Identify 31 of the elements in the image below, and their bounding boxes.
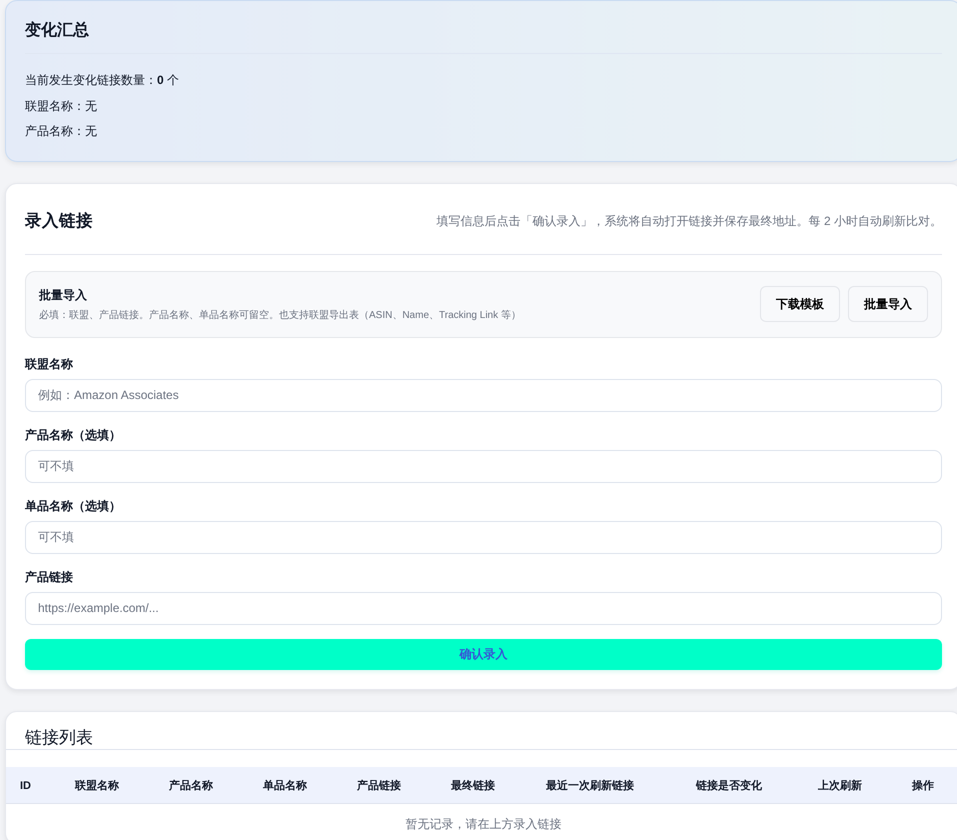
empty-message: 暂无记录，请在上方录入链接 (406, 816, 562, 832)
field-label: 产品链接 (25, 568, 74, 586)
batch-import-button[interactable]: 批量导入 (848, 286, 928, 322)
input-field[interactable]: 例如：Amazon Associates (25, 378, 942, 412)
summary-line: 当前发生变化链接数量：0 个 (25, 72, 180, 89)
hint-text: 填写信息后点击「确认录入」，系统将自动打开链接并保存最终地址。每 2 小时自动刷新比对。 (436, 212, 942, 230)
column-header: 最近一次刷新链接 (546, 780, 634, 792)
column-header: 产品链接 (357, 780, 401, 792)
download-template-button[interactable]: 下载模板 (760, 286, 840, 322)
input-field[interactable]: 可不填 (25, 520, 942, 554)
field-label: 产品名称（选填） (25, 426, 122, 444)
summary-line: 联盟名称：无 (25, 98, 98, 114)
column-header: 单品名称 (263, 780, 307, 792)
column-header: ID (20, 780, 31, 792)
summary-title: 变化汇总 (25, 20, 90, 41)
section-title: 录入链接 (25, 210, 93, 232)
panel-title: 批量导入 (39, 286, 88, 304)
field-label: 联盟名称 (25, 356, 74, 372)
field-label: 单品名称（选填） (25, 498, 122, 514)
column-header: 产品名称 (169, 780, 213, 792)
column-header: 联盟名称 (75, 780, 119, 792)
input-field[interactable]: 可不填 (25, 450, 942, 482)
column-header: 链接是否变化 (696, 780, 762, 792)
confirm-button[interactable]: 确认录入 (25, 638, 942, 670)
input-field[interactable]: https://example.com/... (25, 592, 942, 624)
column-header: 上次刷新 (818, 780, 862, 792)
column-header: 操作 (912, 780, 934, 792)
summary-line: 产品名称：无 (25, 123, 98, 140)
section-title: 链接列表 (25, 726, 94, 748)
column-header: 最终链接 (451, 780, 495, 792)
panel-note: 必填：联盟、产品链接。产品名称、单品名称可留空。也支持联盟导出表（ASIN、Name、Tracking Link 等） (39, 308, 521, 322)
